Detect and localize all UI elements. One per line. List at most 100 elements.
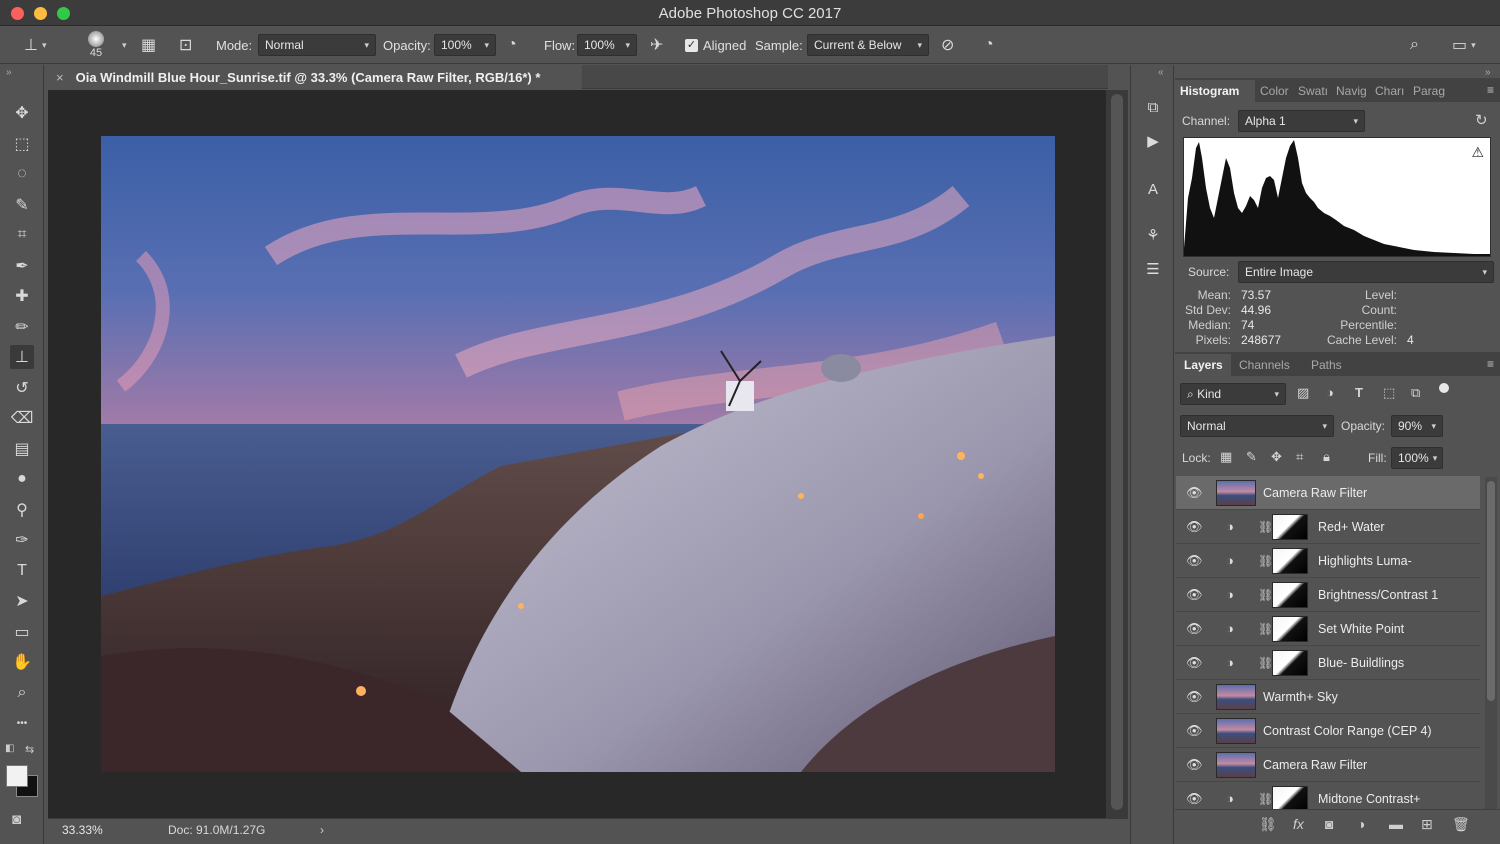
move-tool[interactable]: ✥: [10, 101, 34, 125]
swap-colors-icon[interactable]: ⇆: [25, 743, 34, 756]
brush-settings-icon[interactable]: ▦: [141, 35, 156, 55]
workspace-icon[interactable]: ▭: [1452, 35, 1467, 55]
filter-type-icon[interactable]: T: [1355, 385, 1363, 400]
blur-tool[interactable]: ●: [10, 467, 34, 491]
pressure-opacity-icon[interactable]: ◔: [507, 36, 517, 54]
healing-brush-tool[interactable]: ✚: [10, 284, 34, 308]
layer-row[interactable]: 👁︎ ◑ ⛓ Set White Point: [1176, 612, 1480, 646]
brush-tool[interactable]: ✏: [10, 315, 34, 339]
layer-row[interactable]: 👁︎ ◑ ⛓ Midtone Contrast+: [1176, 782, 1480, 809]
fill-field[interactable]: 100% ▾: [1391, 447, 1443, 469]
type-tool[interactable]: T: [10, 559, 34, 583]
opacity-field[interactable]: 100% ▾: [434, 34, 496, 56]
eyedropper-tool[interactable]: ✒: [10, 254, 34, 278]
panel-menu-icon[interactable]: ≡: [1487, 83, 1494, 97]
visibility-eye-icon[interactable]: 👁︎: [1186, 689, 1203, 705]
refresh-histogram-icon[interactable]: ↻: [1475, 111, 1488, 129]
blend-mode-select[interactable]: Normal ▾: [1180, 415, 1334, 437]
collapse-toolbar-icon[interactable]: »: [6, 67, 12, 78]
layer-row[interactable]: 👁︎ ◑ ⛓ Highlights Luma-: [1176, 544, 1480, 578]
collapse-dock-icon[interactable]: «: [1158, 67, 1164, 78]
dodge-tool[interactable]: ⚲: [10, 498, 34, 522]
character-panel-icon[interactable]: A: [1141, 177, 1165, 201]
brush-chevron-icon[interactable]: ▾: [122, 40, 127, 51]
layer-style-fx-icon[interactable]: fx: [1293, 816, 1304, 832]
add-mask-icon[interactable]: ◙: [1325, 816, 1333, 832]
visibility-eye-icon[interactable]: 👁︎: [1186, 791, 1203, 807]
layer-row[interactable]: 👁︎ Camera Raw Filter: [1176, 476, 1480, 510]
history-brush-tool[interactable]: ↺: [10, 376, 34, 400]
more-tools[interactable]: •••: [10, 711, 34, 735]
visibility-eye-icon[interactable]: 👁︎: [1186, 553, 1203, 569]
filter-shape-icon[interactable]: ⬚: [1383, 385, 1395, 401]
rectangle-tool[interactable]: ▭: [10, 620, 34, 644]
airbrush-icon[interactable]: ✈: [650, 35, 663, 55]
canvas-area[interactable]: [48, 90, 1106, 818]
visibility-eye-icon[interactable]: 👁︎: [1186, 757, 1203, 773]
link-layers-icon[interactable]: ⛓: [1259, 816, 1277, 833]
close-document-icon[interactable]: ×: [56, 70, 64, 85]
mask-link-icon[interactable]: ⛓: [1258, 554, 1273, 568]
layer-filter-kind[interactable]: ⌕ Kind ▾: [1180, 383, 1286, 405]
lock-artboard-icon[interactable]: ⌗: [1296, 449, 1303, 465]
layers-panel-menu-icon[interactable]: ≡: [1487, 357, 1494, 371]
marquee-tool[interactable]: ⬚: [10, 132, 34, 156]
visibility-eye-icon[interactable]: 👁︎: [1186, 519, 1203, 535]
document-tab[interactable]: × Oia Windmill Blue Hour_Sunrise.tif @ 3…: [48, 65, 582, 89]
layer-row[interactable]: 👁︎ Camera Raw Filter: [1176, 748, 1480, 782]
lock-position-icon[interactable]: ✥: [1271, 449, 1282, 465]
tab-swatches[interactable]: Swatı: [1293, 80, 1331, 102]
lock-pixels-icon[interactable]: ✎: [1246, 449, 1257, 465]
clone-stamp-tool[interactable]: ⊥: [10, 345, 34, 369]
tab-navigator[interactable]: Navig: [1331, 80, 1370, 102]
status-menu-arrow-icon[interactable]: ›: [320, 823, 324, 837]
visibility-eye-icon[interactable]: 👁︎: [1186, 485, 1203, 501]
properties-panel-icon[interactable]: ☰: [1141, 257, 1165, 281]
default-colors-icon[interactable]: ◧: [5, 743, 17, 755]
mask-link-icon[interactable]: ⛓: [1258, 656, 1273, 670]
flow-field[interactable]: 100% ▾: [577, 34, 637, 56]
visibility-eye-icon[interactable]: 👁︎: [1186, 655, 1203, 671]
tab-layers[interactable]: Layers: [1175, 354, 1231, 376]
tab-paths[interactable]: Paths: [1303, 354, 1351, 376]
lasso-tool[interactable]: ◌: [10, 162, 34, 186]
layer-row[interactable]: 👁︎ ◑ ⛓ Blue- Buildlings: [1176, 646, 1480, 680]
path-selection-tool[interactable]: ➤: [10, 589, 34, 613]
channel-select[interactable]: Alpha 1 ▾: [1238, 110, 1365, 132]
crop-tool[interactable]: ⌗: [10, 223, 34, 247]
mask-link-icon[interactable]: ⛓: [1258, 520, 1273, 534]
filter-smart-object-icon[interactable]: ⧉: [1411, 385, 1420, 401]
tab-paragraph[interactable]: Parag: [1408, 80, 1448, 102]
layer-row[interactable]: 👁︎ ◑ ⛓ Red+ Water: [1176, 510, 1480, 544]
filter-toggle-icon[interactable]: [1439, 383, 1449, 393]
new-group-icon[interactable]: ▬: [1389, 816, 1403, 832]
clone-source-icon[interactable]: ⊡: [179, 35, 192, 55]
zoom-level[interactable]: 33.33%: [62, 823, 103, 837]
filter-adjustment-icon[interactable]: ◑: [1326, 385, 1334, 400]
brushes-panel-icon[interactable]: ⚘: [1141, 223, 1165, 247]
cache-warning-icon[interactable]: ⚠: [1471, 144, 1484, 161]
new-layer-icon[interactable]: ⊞: [1421, 816, 1433, 833]
tab-histogram[interactable]: Histogram: [1175, 80, 1255, 102]
lock-transparent-icon[interactable]: ▦: [1220, 449, 1232, 465]
mask-link-icon[interactable]: ⛓: [1258, 792, 1273, 806]
tab-color[interactable]: Color: [1255, 80, 1293, 102]
delete-layer-icon[interactable]: 🗑︎: [1452, 816, 1470, 833]
pen-tool[interactable]: ✑: [10, 528, 34, 552]
source-select[interactable]: Entire Image ▾: [1238, 261, 1494, 283]
filter-pixel-icon[interactable]: ▨: [1297, 385, 1309, 401]
layer-row[interactable]: 👁︎ ◑ ⛓ Brightness/Contrast 1: [1176, 578, 1480, 612]
visibility-eye-icon[interactable]: 👁︎: [1186, 621, 1203, 637]
document-image[interactable]: [101, 136, 1055, 772]
layer-row[interactable]: 👁︎ Warmth+ Sky: [1176, 680, 1480, 714]
history-panel-icon[interactable]: ⧉: [1141, 95, 1165, 119]
search-icon[interactable]: ⌕: [1410, 36, 1419, 54]
hand-tool[interactable]: ✋: [10, 650, 34, 674]
zoom-tool[interactable]: ⌕: [10, 681, 34, 705]
gradient-tool[interactable]: ▤: [10, 437, 34, 461]
scrollbar-thumb[interactable]: [1111, 94, 1123, 810]
quick-selection-tool[interactable]: ✎: [10, 193, 34, 217]
quick-mask-icon[interactable]: ◙: [12, 811, 21, 828]
brush-preset-picker[interactable]: 45: [88, 26, 104, 64]
layers-scrollbar[interactable]: [1485, 477, 1497, 823]
